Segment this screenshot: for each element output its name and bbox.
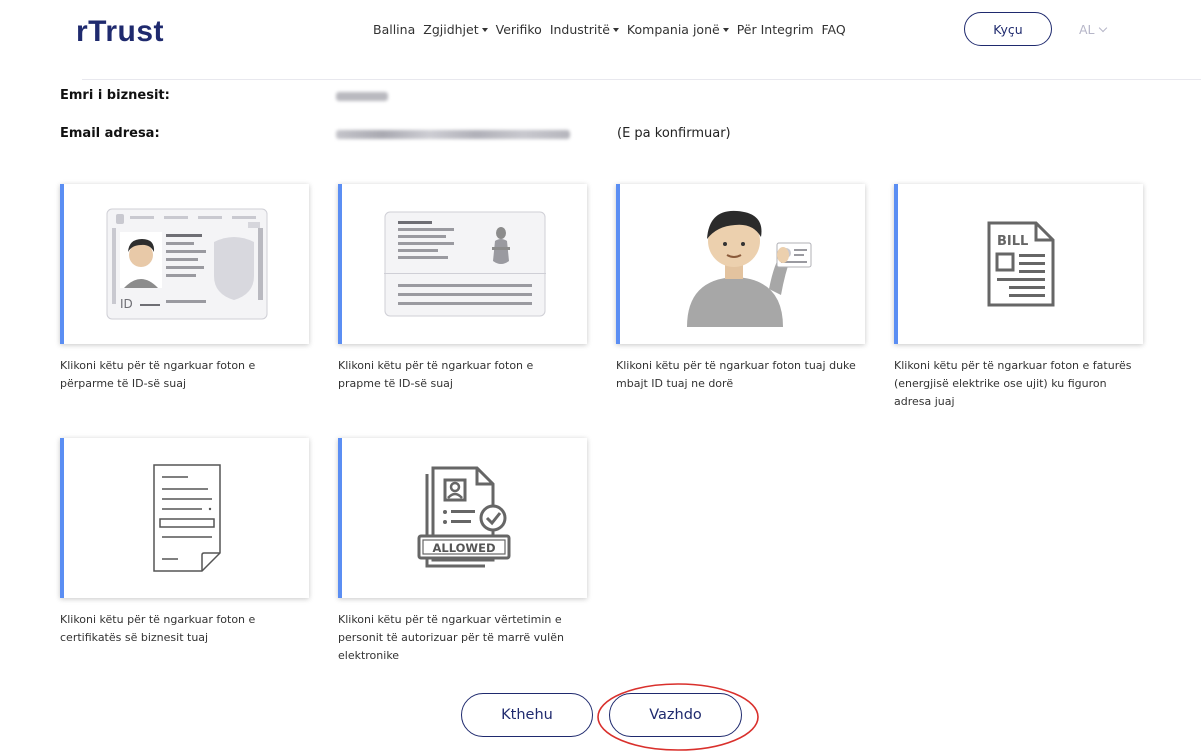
nav-item-verifiko[interactable]: Verifiko [496,22,542,37]
caption-selfie: Klikoni këtu për të ngarkuar foton tuaj … [616,359,856,390]
caption-bill: Klikoni këtu për të ngarkuar foton e fat… [894,359,1132,408]
upload-card-selfie[interactable] [616,184,865,344]
email-status: (E pa konfirmuar) [617,126,731,141]
business-name-value-redacted [336,92,388,101]
language-code: AL [1079,22,1095,37]
caption-id-front: Klikoni këtu për të ngarkuar foton e për… [60,359,256,390]
authorization-allowed-icon: ALLOWED [417,466,510,568]
caret-down-icon [481,27,488,32]
nav-item-industrite[interactable]: Industritë [550,22,619,37]
selfie-with-id-icon [686,210,811,327]
caret-down-icon [722,27,729,32]
back-button[interactable]: Kthehu [461,693,593,737]
continue-button[interactable]: Vazhdo [609,693,742,737]
upload-card-id-front[interactable]: ID [60,184,309,344]
chevron-down-icon [1098,23,1107,32]
upload-card-certificate[interactable] [60,438,309,598]
caret-down-icon [612,27,619,32]
nav-item-zgjidhjet[interactable]: Zgjidhjet [423,22,488,37]
email-label: Email adresa: [60,126,160,141]
svg-text:ID: ID [120,297,133,311]
id-card-back-icon [383,211,546,317]
upload-card-authorization[interactable]: ALLOWED [338,438,587,598]
nav-item-faq[interactable]: FAQ [822,22,846,37]
upload-card-bill[interactable]: BILL [894,184,1143,344]
id-card-front-icon: ID [106,208,267,320]
allowed-icon-text: ALLOWED [432,541,495,555]
business-name-label: Emri i biznesit: [60,88,170,103]
nav-item-integrim[interactable]: Për Integrim [737,22,814,37]
nav-item-ballina[interactable]: Ballina [373,22,415,37]
nav-item-kompania[interactable]: Kompania jonë [627,22,729,37]
bill-document-icon: BILL [987,221,1054,307]
upload-card-id-back[interactable] [338,184,587,344]
certificate-document-icon [152,464,221,572]
caption-authorization: Klikoni këtu për të ngarkuar vërtetimin … [338,613,564,662]
login-button[interactable]: Kyçu [964,12,1052,46]
bill-icon-text: BILL [997,234,1028,249]
email-value-redacted [336,130,570,139]
header-divider [82,79,1201,80]
language-selector[interactable]: AL [1079,22,1107,37]
caption-certificate: Klikoni këtu për të ngarkuar foton e cer… [60,613,256,644]
main-nav: Ballina Zgjidhjet Verifiko Industritë Ko… [373,22,854,37]
rtrust-logo[interactable]: rTrust [76,15,164,49]
caption-id-back: Klikoni këtu për të ngarkuar foton e pra… [338,359,534,390]
